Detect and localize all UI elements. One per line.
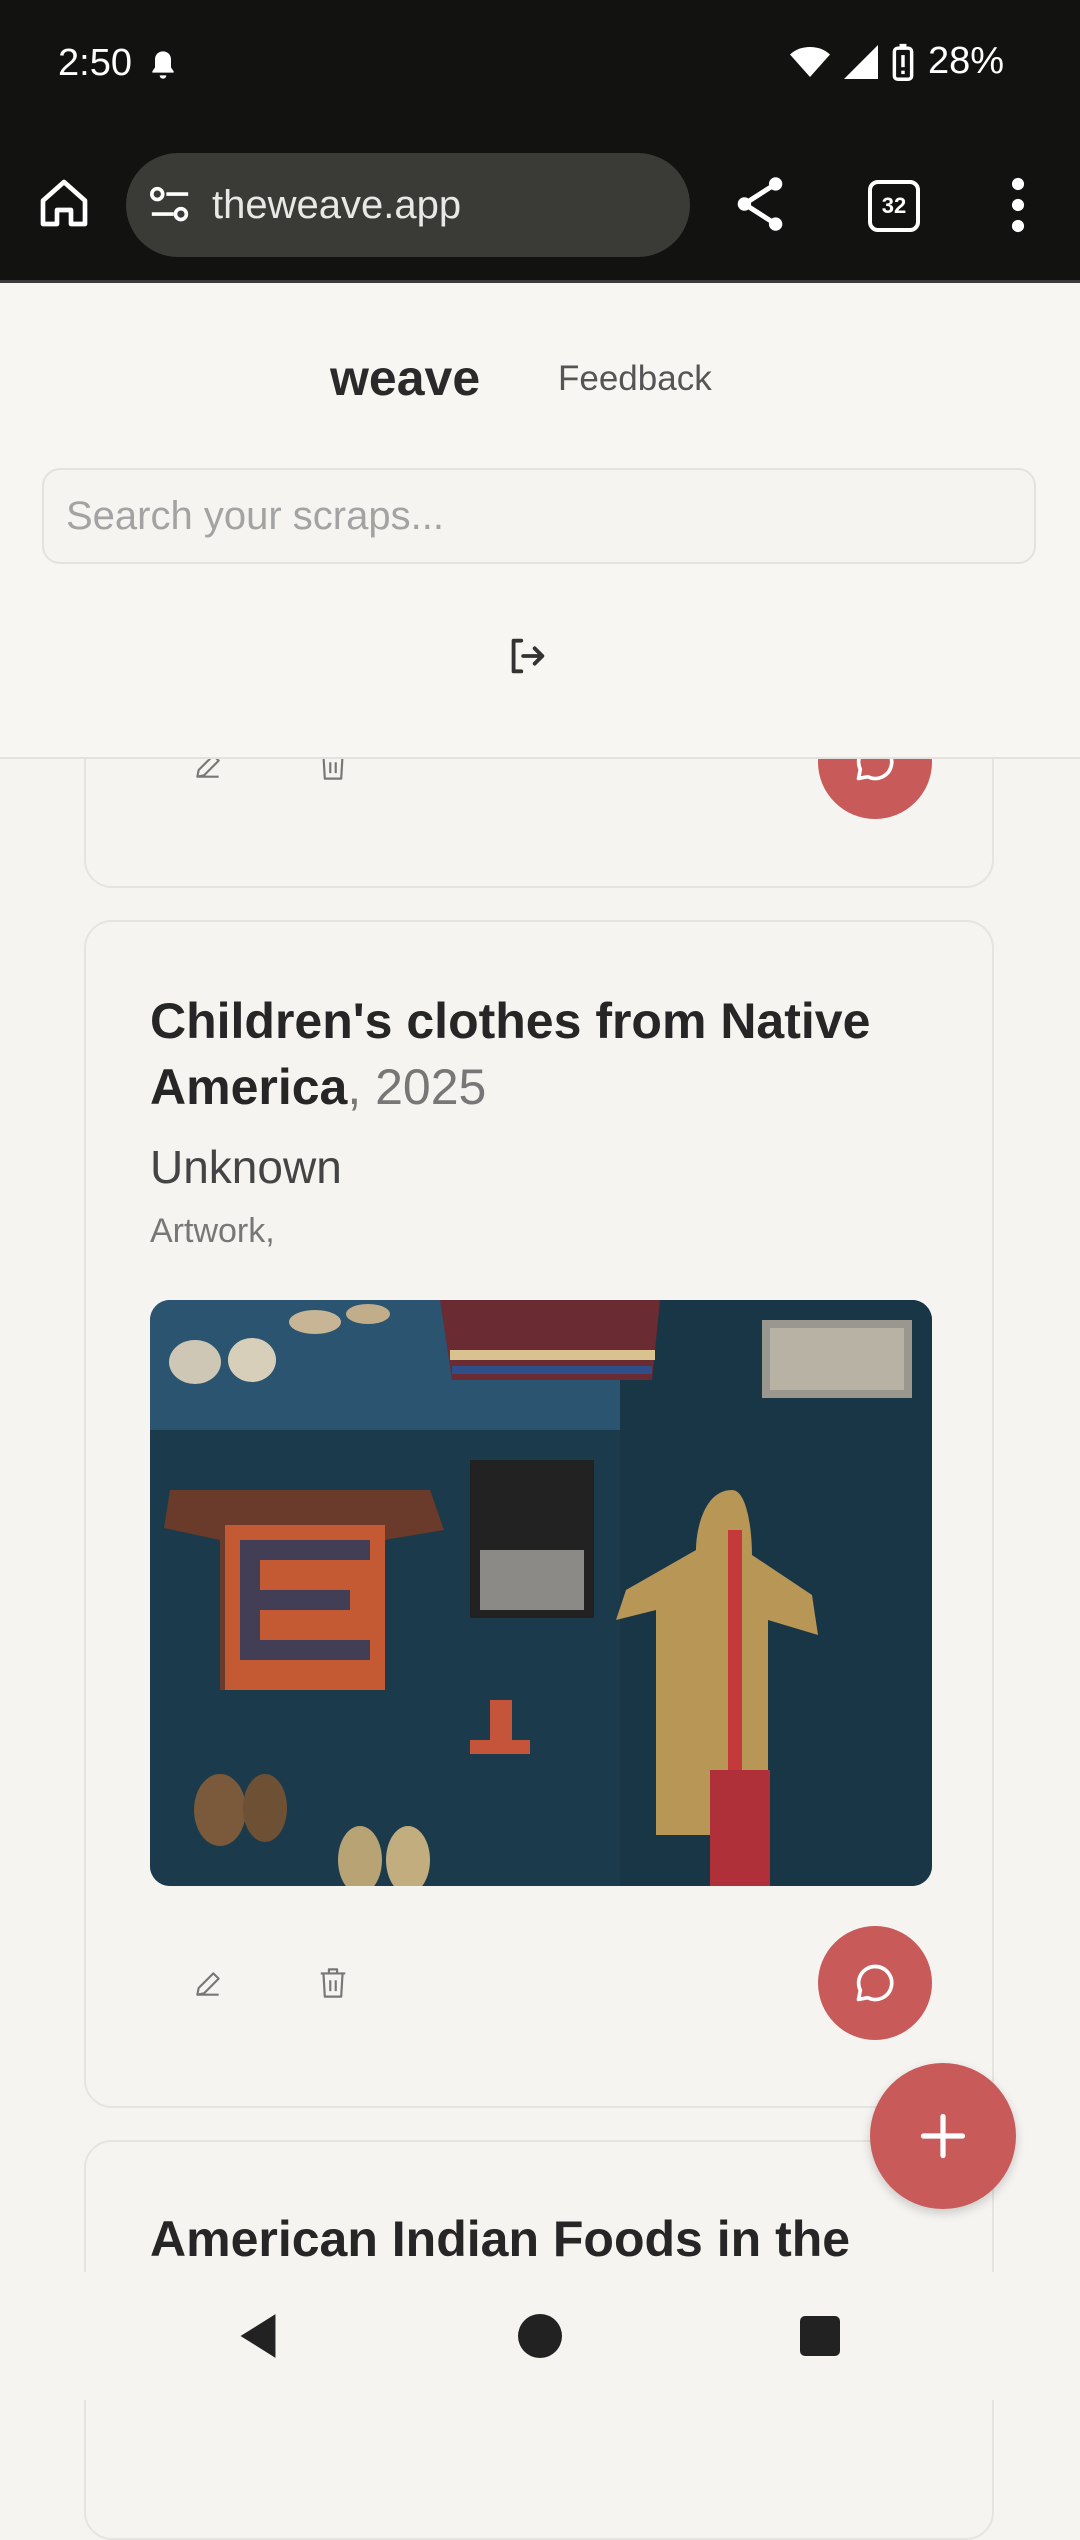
cell-signal-icon (843, 44, 878, 79)
site-settings-icon[interactable] (148, 185, 192, 225)
back-icon[interactable] (236, 2312, 280, 2360)
home-icon[interactable] (36, 175, 92, 231)
card-title: American Indian Foods in the (150, 2211, 851, 2267)
feedback-link[interactable]: Feedback (558, 359, 712, 399)
app-header: weave Feedback (0, 283, 1080, 759)
browser-toolbar: theweave.app 32 (0, 135, 1080, 283)
plus-icon (920, 2113, 966, 2159)
card-title-text: Children's clothes from Native America (150, 993, 871, 1115)
battery-icon (892, 43, 914, 81)
home-nav-button[interactable] (518, 2314, 562, 2358)
search-input[interactable] (42, 468, 1036, 564)
add-scrap-button[interactable] (870, 2063, 1016, 2209)
scrap-card[interactable]: Children's clothes from Native America, … (84, 920, 994, 2108)
status-time: 2:50 (58, 42, 132, 84)
brand-logo[interactable]: weave (330, 349, 480, 407)
share-icon[interactable] (733, 175, 787, 233)
url-text: theweave.app (212, 182, 462, 227)
wifi-icon (789, 46, 830, 77)
status-bar: 2:50 28% (0, 0, 1080, 135)
chat-bubble-icon (856, 1964, 894, 2002)
address-bar[interactable]: theweave.app (126, 153, 690, 257)
status-icons: 28% (789, 40, 1004, 83)
system-nav-bar (0, 2272, 1080, 2400)
recents-button[interactable] (800, 2316, 840, 2356)
card-author: Unknown (150, 1141, 342, 1193)
more-vert-icon[interactable] (1006, 177, 1030, 233)
bell-icon (152, 51, 174, 79)
card-image[interactable] (150, 1300, 932, 1886)
museum-display-photo (150, 1300, 932, 1886)
trash-icon[interactable] (318, 1966, 348, 2000)
card-year: , 2025 (347, 1059, 487, 1115)
logout-icon[interactable] (504, 633, 550, 679)
card-type: Artwork, (150, 1212, 275, 1250)
battery-percent: 28% (927, 40, 1004, 82)
pencil-icon[interactable] (192, 1968, 224, 2000)
tab-switcher-button[interactable]: 32 (868, 180, 920, 232)
comment-button[interactable] (818, 1926, 932, 2040)
card-title: Children's clothes from Native America, … (150, 988, 950, 1120)
